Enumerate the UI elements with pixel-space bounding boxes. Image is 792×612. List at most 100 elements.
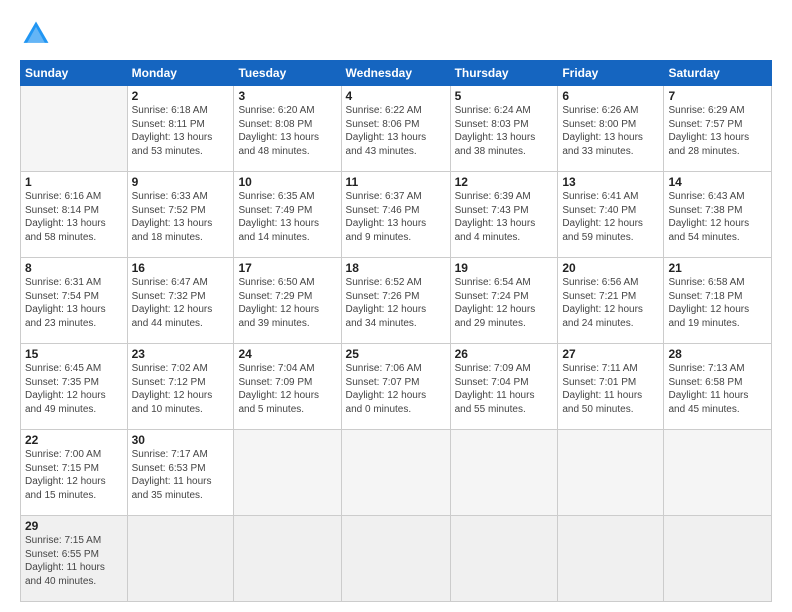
day-number: 23 — [132, 347, 230, 361]
calendar-header-monday: Monday — [127, 61, 234, 86]
day-number: 20 — [562, 261, 659, 275]
day-info: Sunrise: 6:50 AM Sunset: 7:29 PM Dayligh… — [238, 276, 336, 330]
logo-icon — [20, 18, 52, 50]
calendar-cell: 14Sunrise: 6:43 AM Sunset: 7:38 PM Dayli… — [664, 172, 772, 258]
day-number: 19 — [455, 261, 554, 275]
day-number: 6 — [562, 89, 659, 103]
day-number: 22 — [25, 433, 123, 447]
day-info: Sunrise: 6:56 AM Sunset: 7:21 PM Dayligh… — [562, 276, 659, 330]
day-number: 28 — [668, 347, 767, 361]
day-number: 18 — [346, 261, 446, 275]
day-info: Sunrise: 7:06 AM Sunset: 7:07 PM Dayligh… — [346, 362, 446, 416]
day-info: Sunrise: 6:22 AM Sunset: 8:06 PM Dayligh… — [346, 104, 446, 158]
calendar-cell — [341, 516, 450, 602]
calendar-cell: 19Sunrise: 6:54 AM Sunset: 7:24 PM Dayli… — [450, 258, 558, 344]
calendar-cell: 23Sunrise: 7:02 AM Sunset: 7:12 PM Dayli… — [127, 344, 234, 430]
day-number: 7 — [668, 89, 767, 103]
calendar-cell — [558, 430, 664, 516]
calendar-cell: 5Sunrise: 6:24 AM Sunset: 8:03 PM Daylig… — [450, 86, 558, 172]
day-info: Sunrise: 6:20 AM Sunset: 8:08 PM Dayligh… — [238, 104, 336, 158]
day-number: 21 — [668, 261, 767, 275]
day-info: Sunrise: 6:33 AM Sunset: 7:52 PM Dayligh… — [132, 190, 230, 244]
day-info: Sunrise: 6:43 AM Sunset: 7:38 PM Dayligh… — [668, 190, 767, 244]
calendar-cell — [664, 430, 772, 516]
day-info: Sunrise: 6:26 AM Sunset: 8:00 PM Dayligh… — [562, 104, 659, 158]
calendar-cell: 20Sunrise: 6:56 AM Sunset: 7:21 PM Dayli… — [558, 258, 664, 344]
calendar-header-row: SundayMondayTuesdayWednesdayThursdayFrid… — [21, 61, 772, 86]
day-info: Sunrise: 6:29 AM Sunset: 7:57 PM Dayligh… — [668, 104, 767, 158]
day-info: Sunrise: 7:11 AM Sunset: 7:01 PM Dayligh… — [562, 362, 659, 416]
calendar-cell: 28Sunrise: 7:13 AM Sunset: 6:58 PM Dayli… — [664, 344, 772, 430]
day-number: 5 — [455, 89, 554, 103]
logo — [20, 18, 58, 50]
day-info: Sunrise: 7:13 AM Sunset: 6:58 PM Dayligh… — [668, 362, 767, 416]
day-info: Sunrise: 6:35 AM Sunset: 7:49 PM Dayligh… — [238, 190, 336, 244]
calendar-row-2: 8Sunrise: 6:31 AM Sunset: 7:54 PM Daylig… — [21, 258, 772, 344]
calendar-header-thursday: Thursday — [450, 61, 558, 86]
calendar-cell — [21, 86, 128, 172]
day-number: 4 — [346, 89, 446, 103]
day-number: 25 — [346, 347, 446, 361]
calendar-cell — [450, 430, 558, 516]
calendar-cell: 29Sunrise: 7:15 AM Sunset: 6:55 PM Dayli… — [21, 516, 128, 602]
calendar-cell: 3Sunrise: 6:20 AM Sunset: 8:08 PM Daylig… — [234, 86, 341, 172]
calendar-row-3: 15Sunrise: 6:45 AM Sunset: 7:35 PM Dayli… — [21, 344, 772, 430]
day-info: Sunrise: 7:17 AM Sunset: 6:53 PM Dayligh… — [132, 448, 230, 502]
calendar-cell: 27Sunrise: 7:11 AM Sunset: 7:01 PM Dayli… — [558, 344, 664, 430]
calendar-header-tuesday: Tuesday — [234, 61, 341, 86]
calendar-row-5: 29Sunrise: 7:15 AM Sunset: 6:55 PM Dayli… — [21, 516, 772, 602]
calendar-cell: 15Sunrise: 6:45 AM Sunset: 7:35 PM Dayli… — [21, 344, 128, 430]
calendar-cell: 16Sunrise: 6:47 AM Sunset: 7:32 PM Dayli… — [127, 258, 234, 344]
calendar-cell: 11Sunrise: 6:37 AM Sunset: 7:46 PM Dayli… — [341, 172, 450, 258]
day-info: Sunrise: 6:41 AM Sunset: 7:40 PM Dayligh… — [562, 190, 659, 244]
day-number: 17 — [238, 261, 336, 275]
calendar-cell: 6Sunrise: 6:26 AM Sunset: 8:00 PM Daylig… — [558, 86, 664, 172]
calendar-row-1: 1Sunrise: 6:16 AM Sunset: 8:14 PM Daylig… — [21, 172, 772, 258]
calendar-cell — [234, 430, 341, 516]
day-number: 8 — [25, 261, 123, 275]
day-number: 29 — [25, 519, 123, 533]
calendar-cell — [558, 516, 664, 602]
header — [20, 18, 772, 50]
calendar-cell: 8Sunrise: 6:31 AM Sunset: 7:54 PM Daylig… — [21, 258, 128, 344]
calendar-header-wednesday: Wednesday — [341, 61, 450, 86]
calendar-header-saturday: Saturday — [664, 61, 772, 86]
calendar-cell: 1Sunrise: 6:16 AM Sunset: 8:14 PM Daylig… — [21, 172, 128, 258]
calendar-cell — [341, 430, 450, 516]
day-info: Sunrise: 6:31 AM Sunset: 7:54 PM Dayligh… — [25, 276, 123, 330]
calendar-cell: 17Sunrise: 6:50 AM Sunset: 7:29 PM Dayli… — [234, 258, 341, 344]
day-number: 14 — [668, 175, 767, 189]
day-info: Sunrise: 6:16 AM Sunset: 8:14 PM Dayligh… — [25, 190, 123, 244]
calendar-table: SundayMondayTuesdayWednesdayThursdayFrid… — [20, 60, 772, 602]
calendar-cell: 25Sunrise: 7:06 AM Sunset: 7:07 PM Dayli… — [341, 344, 450, 430]
calendar-cell — [450, 516, 558, 602]
day-info: Sunrise: 7:15 AM Sunset: 6:55 PM Dayligh… — [25, 534, 123, 588]
day-number: 24 — [238, 347, 336, 361]
day-number: 10 — [238, 175, 336, 189]
day-info: Sunrise: 6:47 AM Sunset: 7:32 PM Dayligh… — [132, 276, 230, 330]
day-number: 12 — [455, 175, 554, 189]
day-number: 15 — [25, 347, 123, 361]
day-number: 1 — [25, 175, 123, 189]
day-info: Sunrise: 6:24 AM Sunset: 8:03 PM Dayligh… — [455, 104, 554, 158]
day-number: 30 — [132, 433, 230, 447]
calendar-cell — [127, 516, 234, 602]
calendar-cell: 22Sunrise: 7:00 AM Sunset: 7:15 PM Dayli… — [21, 430, 128, 516]
calendar-cell: 12Sunrise: 6:39 AM Sunset: 7:43 PM Dayli… — [450, 172, 558, 258]
calendar-cell: 21Sunrise: 6:58 AM Sunset: 7:18 PM Dayli… — [664, 258, 772, 344]
day-number: 13 — [562, 175, 659, 189]
calendar-cell: 10Sunrise: 6:35 AM Sunset: 7:49 PM Dayli… — [234, 172, 341, 258]
day-number: 3 — [238, 89, 336, 103]
day-number: 9 — [132, 175, 230, 189]
calendar-row-4: 22Sunrise: 7:00 AM Sunset: 7:15 PM Dayli… — [21, 430, 772, 516]
calendar-cell: 4Sunrise: 6:22 AM Sunset: 8:06 PM Daylig… — [341, 86, 450, 172]
day-number: 26 — [455, 347, 554, 361]
calendar-header-sunday: Sunday — [21, 61, 128, 86]
calendar-cell: 18Sunrise: 6:52 AM Sunset: 7:26 PM Dayli… — [341, 258, 450, 344]
calendar-cell: 24Sunrise: 7:04 AM Sunset: 7:09 PM Dayli… — [234, 344, 341, 430]
day-number: 27 — [562, 347, 659, 361]
calendar-cell: 30Sunrise: 7:17 AM Sunset: 6:53 PM Dayli… — [127, 430, 234, 516]
calendar-header-friday: Friday — [558, 61, 664, 86]
day-info: Sunrise: 7:02 AM Sunset: 7:12 PM Dayligh… — [132, 362, 230, 416]
calendar-cell: 26Sunrise: 7:09 AM Sunset: 7:04 PM Dayli… — [450, 344, 558, 430]
